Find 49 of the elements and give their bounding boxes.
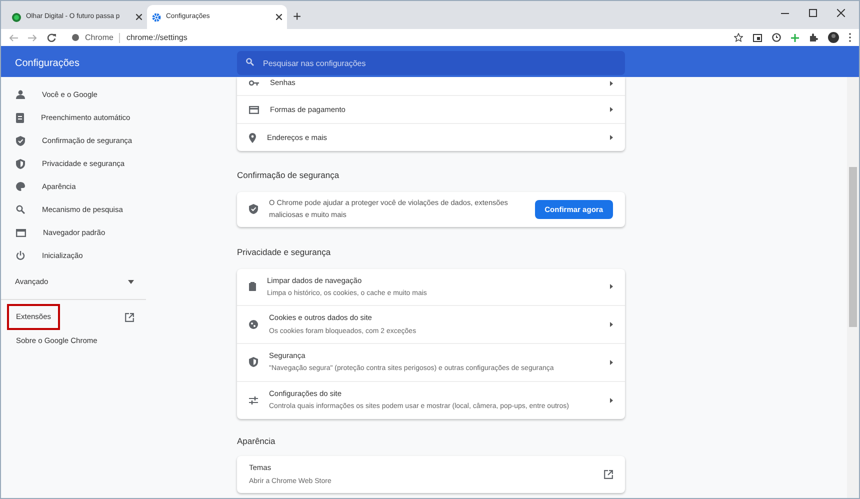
cookie-icon: [249, 320, 258, 330]
chevron-icon: [610, 107, 613, 112]
site-info-icon[interactable]: [72, 34, 79, 41]
section-heading: Confirmação de segurança: [237, 169, 340, 182]
maximize-icon[interactable]: [809, 9, 817, 17]
plus-icon[interactable]: [791, 34, 799, 42]
gear-icon: [152, 12, 161, 22]
close-icon[interactable]: [136, 14, 142, 20]
shield-icon: [249, 357, 258, 368]
circle-icon: [12, 12, 21, 22]
avatar-icon[interactable]: [828, 32, 839, 43]
shield-icon: [249, 204, 258, 214]
page-title: Configurações: [15, 58, 80, 68]
sliders-icon: [249, 396, 258, 405]
person-icon: [16, 90, 25, 99]
new-tab-button[interactable]: +: [293, 9, 302, 23]
location-pin-icon: [249, 132, 256, 142]
section-heading: Aparência: [237, 434, 276, 448]
search-field[interactable]: Pesquisar nas configurações: [237, 51, 625, 75]
chevron-icon: [610, 398, 613, 403]
search-icon: [246, 58, 254, 66]
close-icon[interactable]: [837, 9, 845, 17]
scrollbar[interactable]: [847, 77, 859, 498]
palette-icon: [16, 182, 25, 191]
external-link-icon: [604, 470, 613, 480]
trash-icon: [249, 282, 256, 292]
minimize-icon[interactable]: [781, 13, 789, 15]
close-icon[interactable]: [276, 14, 282, 20]
browser-window-icon: [16, 228, 26, 236]
power-icon: [16, 251, 25, 260]
chevron-icon: [610, 360, 613, 365]
card-icon: [249, 106, 259, 114]
search-icon: [16, 205, 25, 214]
shield-icon: [16, 158, 25, 168]
clock-icon[interactable]: [772, 33, 781, 42]
star-icon[interactable]: [734, 33, 743, 42]
site-label: Chrome: [85, 32, 114, 44]
url-text[interactable]: chrome://settings: [126, 32, 188, 44]
reload-icon[interactable]: [47, 33, 56, 42]
section-heading: Privacidade e segurança: [237, 246, 332, 258]
chevron-icon: [610, 80, 613, 86]
media-icon[interactable]: [753, 34, 762, 42]
key-icon: [249, 80, 259, 86]
chevron-icon: [610, 322, 613, 328]
puzzle-icon[interactable]: [809, 33, 818, 42]
chevron-icon: [610, 135, 613, 140]
shield-icon: [16, 136, 25, 146]
chevron-icon: [610, 284, 613, 290]
clipboard-icon: [16, 112, 24, 122]
